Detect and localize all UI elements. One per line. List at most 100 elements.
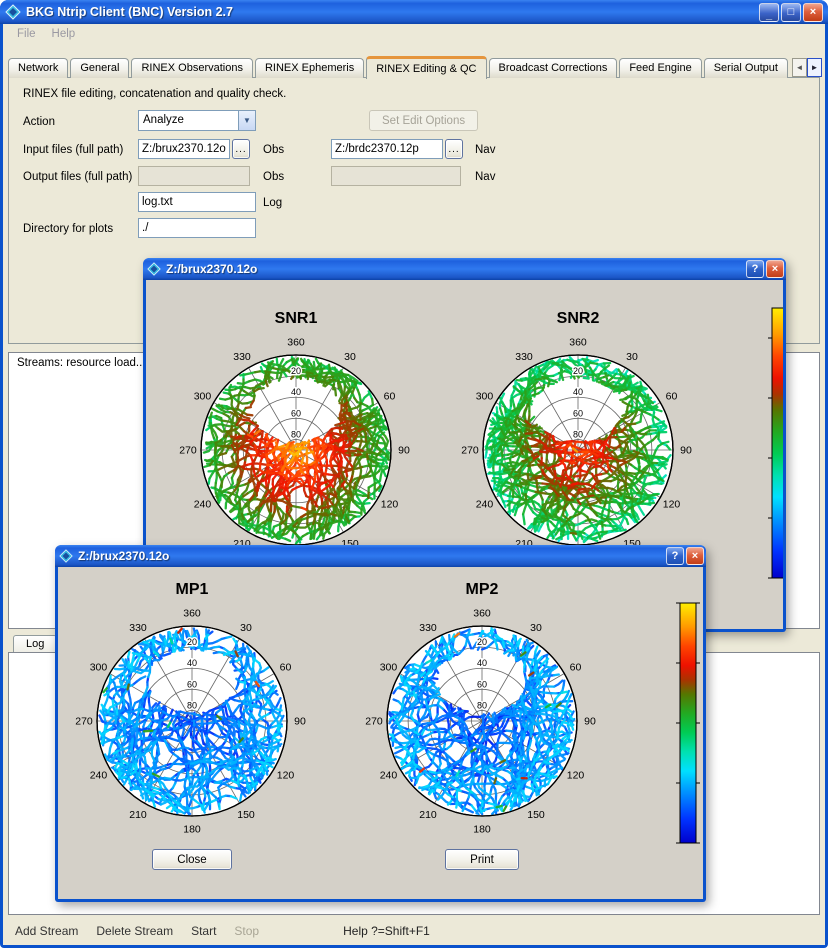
titlebar[interactable]: BKG Ntrip Client (BNC) Version 2.7 _ □ ×	[0, 0, 828, 24]
svg-text:180: 180	[183, 824, 201, 836]
mp-help-button[interactable]: ?	[666, 547, 684, 565]
menu-bar: File Help	[3, 24, 825, 44]
svg-text:60: 60	[280, 662, 292, 674]
plots-dir-label: Directory for plots	[23, 223, 113, 235]
nav-label-output: Nav	[475, 171, 495, 183]
tab-rinex-ephemeris[interactable]: RINEX Ephemeris	[255, 58, 364, 78]
input-obs-field[interactable]	[138, 139, 230, 159]
client-area: File Help Network General RINEX Observat…	[3, 24, 825, 945]
svg-text:30: 30	[530, 622, 542, 634]
action-label: Action	[23, 116, 55, 128]
tab-serial-output[interactable]: Serial Output	[704, 58, 788, 78]
svg-text:360: 360	[473, 608, 491, 620]
input-files-label: Input files (full path)	[23, 144, 123, 156]
mp-dialog-titlebar[interactable]: Z:/brux2370.12o ? ×	[55, 545, 706, 567]
window-title: BKG Ntrip Client (BNC) Version 2.7	[26, 5, 759, 19]
stop-button[interactable]: Stop	[234, 924, 259, 938]
svg-text:360: 360	[183, 608, 201, 620]
svg-text:60: 60	[666, 391, 678, 403]
tab-feed-engine[interactable]: Feed Engine	[619, 58, 701, 78]
svg-text:40: 40	[291, 387, 301, 397]
svg-text:80: 80	[291, 429, 301, 439]
tab-scroll-right-icon[interactable]: ►	[807, 58, 822, 77]
plot-title-snr2: SNR2	[458, 310, 698, 328]
skyplot-block-mp1: MP1 806040203603060901201501802102402703…	[72, 581, 312, 870]
tab-log[interactable]: Log	[13, 635, 57, 653]
svg-text:240: 240	[90, 770, 108, 782]
plot-title-snr1: SNR1	[176, 310, 416, 328]
help-hint: Help ?=Shift+F1	[343, 924, 430, 938]
obs-label-output: Obs	[263, 171, 284, 183]
delete-stream-button[interactable]: Delete Stream	[96, 924, 173, 938]
skyplot-snr1: 8060402036030609012015018021024027030033…	[176, 330, 416, 570]
svg-text:270: 270	[179, 445, 197, 457]
svg-text:90: 90	[584, 716, 596, 728]
add-stream-button[interactable]: Add Stream	[15, 924, 78, 938]
tab-broadcast-corrections[interactable]: Broadcast Corrections	[489, 58, 618, 78]
svg-text:360: 360	[569, 337, 587, 349]
log-label: Log	[263, 197, 282, 209]
svg-text:300: 300	[194, 391, 212, 403]
mp-dialog: Z:/brux2370.12o ? × MP1 80 60 40 20 360 30 60 9…	[55, 545, 706, 902]
output-obs-field	[138, 166, 250, 186]
menu-help[interactable]: Help	[44, 26, 84, 42]
set-edit-options-button[interactable]: Set Edit Options	[369, 110, 478, 131]
plots-dir-field[interactable]	[138, 218, 256, 238]
svg-text:20: 20	[291, 366, 301, 376]
svg-text:300: 300	[476, 391, 494, 403]
log-file-field[interactable]	[138, 192, 256, 212]
mp-close-button[interactable]: ×	[686, 547, 704, 565]
svg-text:90: 90	[398, 445, 410, 457]
snr-close-button[interactable]: ×	[766, 260, 784, 278]
svg-text:210: 210	[129, 809, 147, 821]
menu-file[interactable]: File	[9, 26, 44, 42]
svg-text:210: 210	[419, 809, 437, 821]
panel-description: RINEX file editing, concatenation and qu…	[23, 88, 286, 100]
tab-rinex-observations[interactable]: RINEX Observations	[131, 58, 252, 78]
tab-rinex-editing-qc[interactable]: RINEX Editing & QC	[366, 56, 486, 79]
tab-network[interactable]: Network	[8, 58, 68, 78]
svg-text:330: 330	[419, 622, 437, 634]
svg-text:30: 30	[626, 351, 638, 363]
tab-bar: Network General RINEX Observations RINEX…	[8, 55, 820, 78]
action-select[interactable]: Analyze ▼	[138, 110, 256, 131]
svg-text:20: 20	[477, 637, 487, 647]
svg-text:60: 60	[570, 662, 582, 674]
colorbar-snr: 86420	[766, 296, 783, 597]
snr-help-button[interactable]: ?	[746, 260, 764, 278]
plot-title-mp1: MP1	[72, 581, 312, 599]
svg-text:40: 40	[573, 387, 583, 397]
start-button[interactable]: Start	[191, 924, 216, 938]
skyplot-block-mp2: MP2 806040203603060901201501802102402703…	[362, 581, 602, 870]
print-plot-button[interactable]: Print	[445, 849, 519, 870]
nav-label-input: Nav	[475, 144, 495, 156]
output-files-label: Output files (full path)	[23, 171, 132, 183]
app-icon	[5, 4, 21, 20]
minimize-button[interactable]: _	[759, 3, 779, 22]
input-nav-field[interactable]	[331, 139, 443, 159]
snr-dialog-titlebar[interactable]: Z:/brux2370.12o ? ×	[143, 258, 786, 280]
svg-text:30: 30	[344, 351, 356, 363]
svg-text:120: 120	[277, 770, 295, 782]
status-bar: Add Stream Delete Stream Start Stop Help…	[3, 917, 825, 945]
svg-text:40: 40	[477, 658, 487, 668]
close-plot-button[interactable]: Close	[152, 849, 231, 870]
skyplot-block-snr1: SNR1 80604020360306090120150180210240270…	[176, 310, 416, 570]
skyplot-snr2: 8060402036030609012015018021024027030033…	[458, 330, 698, 570]
browse-nav-button[interactable]: ...	[445, 139, 463, 159]
svg-text:120: 120	[567, 770, 585, 782]
skyplot-block-snr2: SNR2 80604020360306090120150180210240270…	[458, 310, 698, 570]
browse-obs-button[interactable]: ...	[232, 139, 250, 159]
svg-text:240: 240	[380, 770, 398, 782]
obs-label-input: Obs	[263, 144, 284, 156]
svg-text:300: 300	[90, 662, 108, 674]
tab-scroll-left-icon[interactable]: ◄	[792, 58, 807, 77]
combo-arrow-icon[interactable]: ▼	[238, 111, 255, 130]
svg-text:80: 80	[187, 700, 197, 710]
output-nav-field	[331, 166, 461, 186]
maximize-button[interactable]: □	[781, 3, 801, 22]
tab-general[interactable]: General	[70, 58, 129, 78]
close-button[interactable]: ×	[803, 3, 823, 22]
snr-dialog-title: Z:/brux2370.12o	[166, 262, 744, 276]
svg-text:40: 40	[187, 658, 197, 668]
